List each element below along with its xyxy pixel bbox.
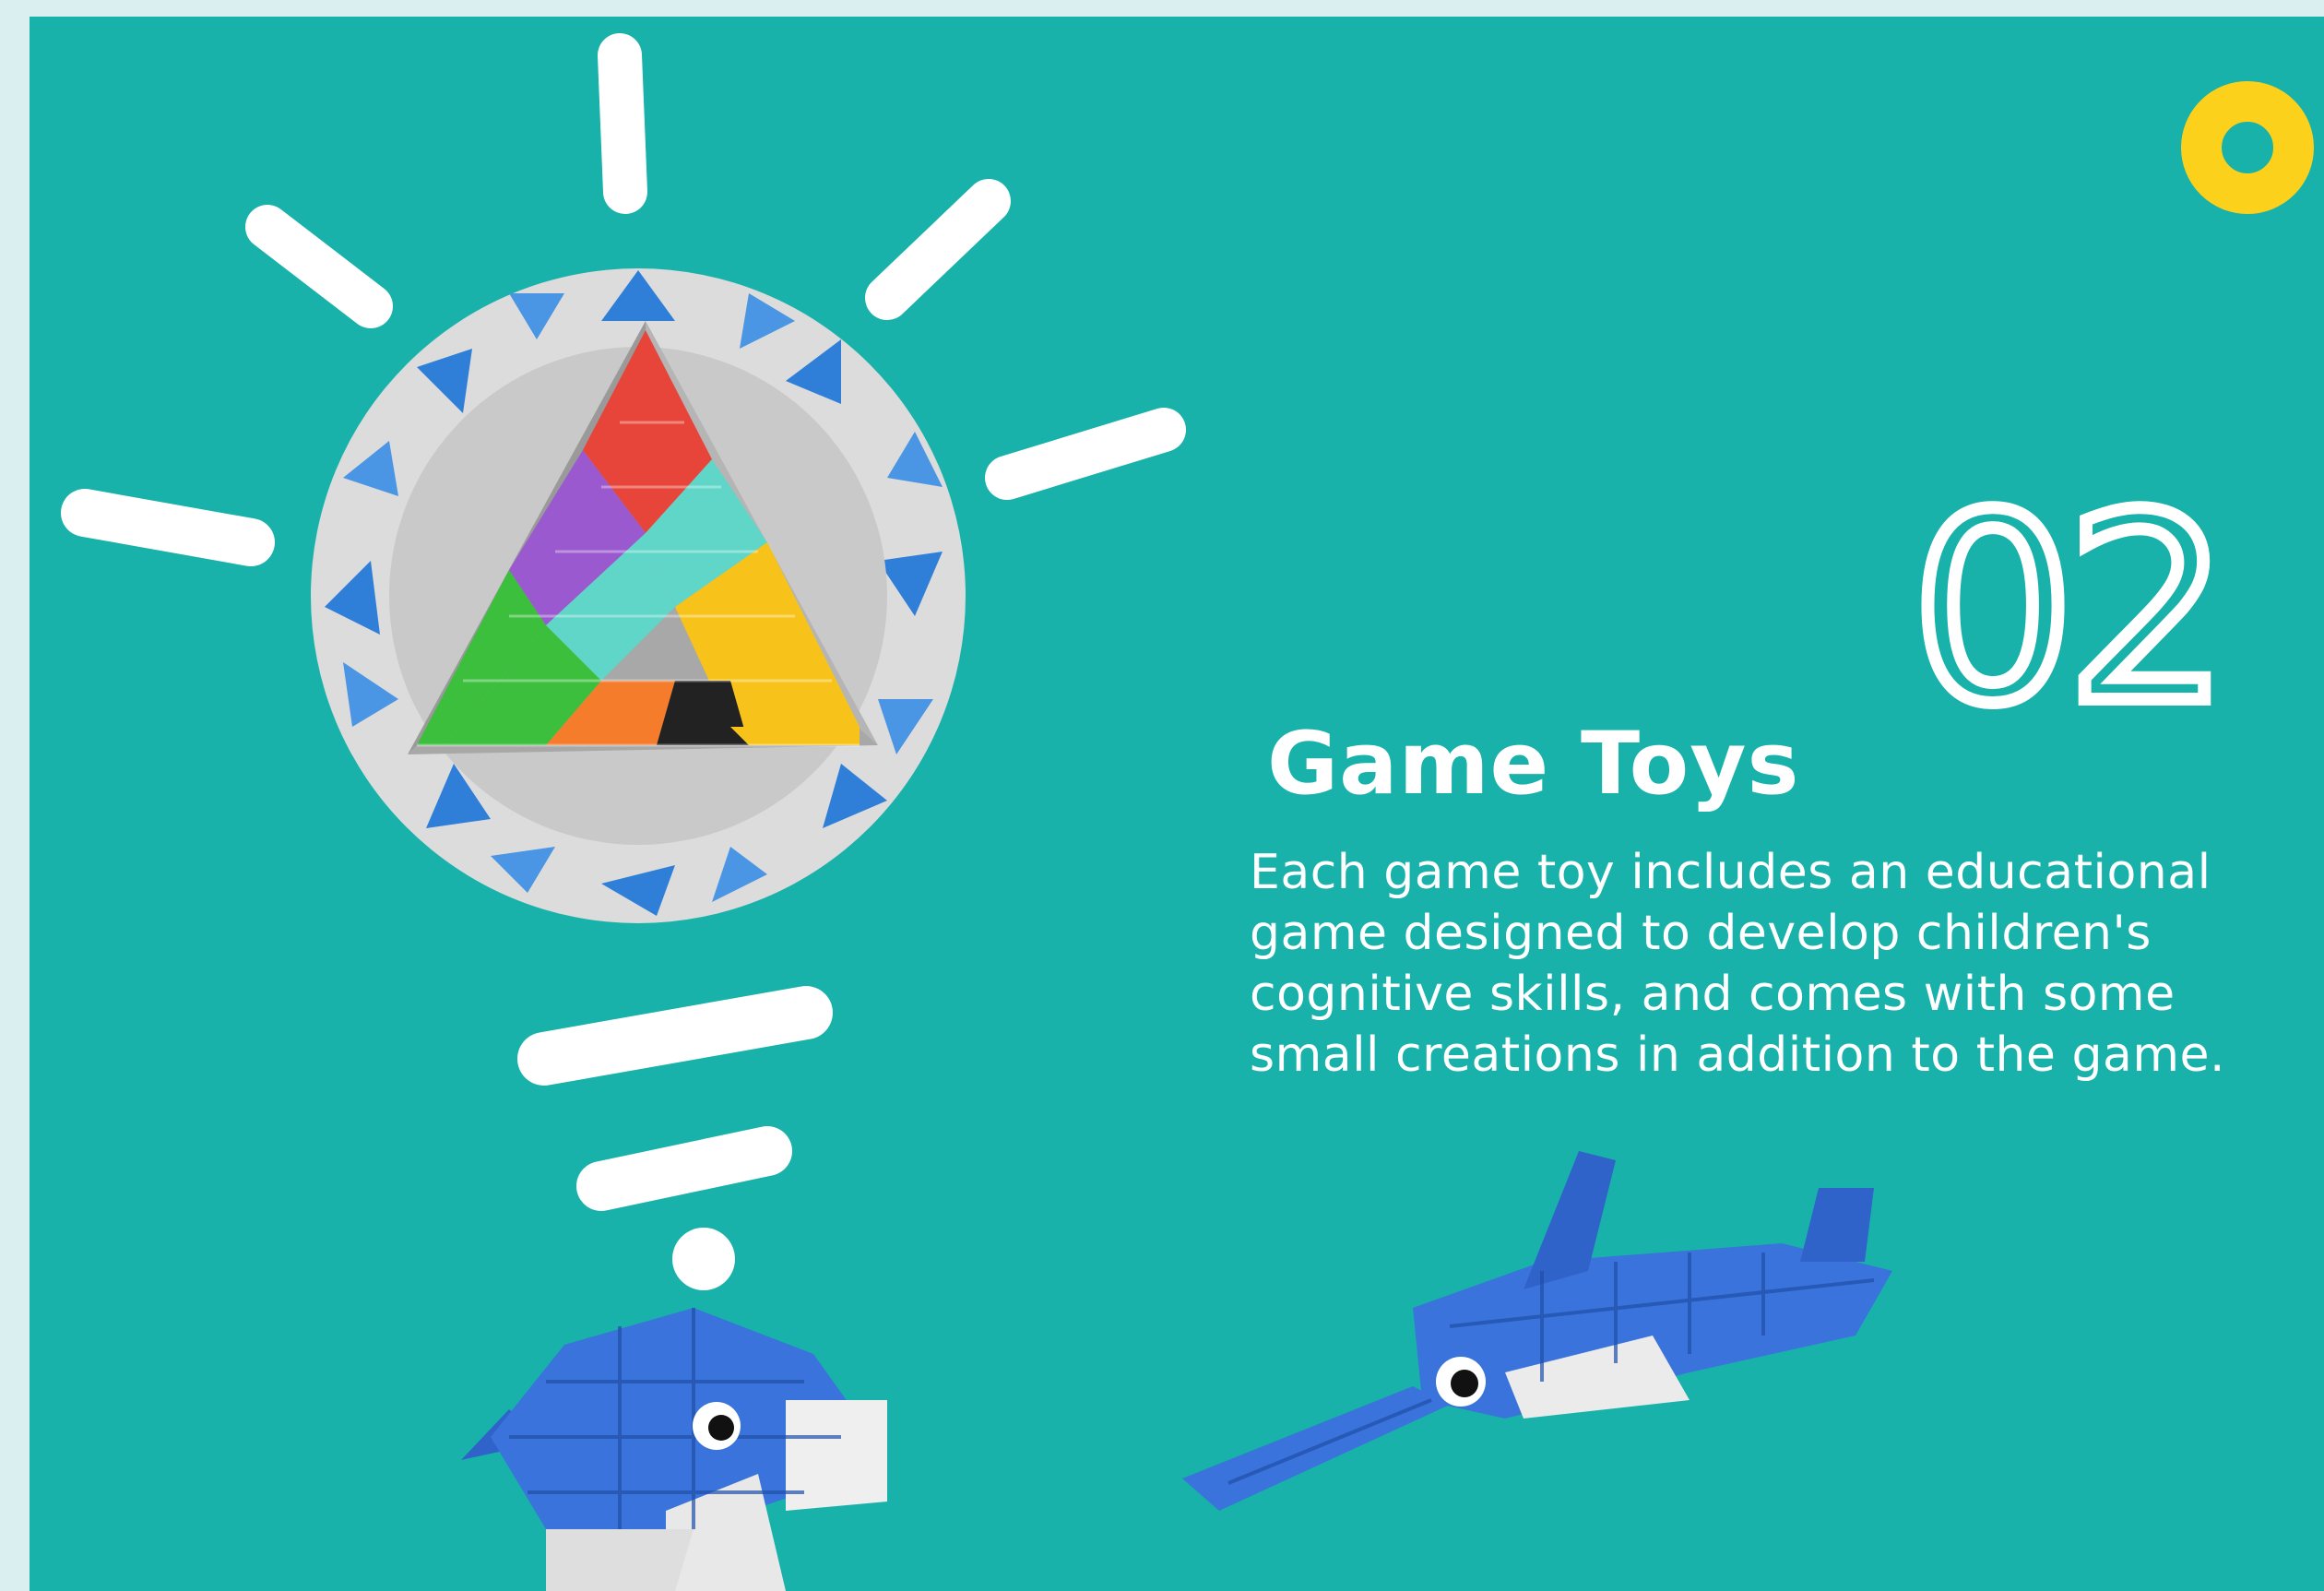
content-panel: 02 Game Toys Each game toy includes an e… (30, 17, 2324, 1591)
section-title: Game Toys (1267, 714, 1800, 814)
svg-text:02: 02 (1911, 478, 2221, 736)
page-frame: 02 Game Toys Each game toy includes an e… (0, 0, 2324, 1591)
section-description: Each game toy includes an educational ga… (1250, 845, 2225, 1083)
section-number: 02 (1911, 478, 2236, 736)
yellow-ring-decoration (2181, 81, 2314, 214)
shark-block-toy (1182, 1151, 1892, 1511)
